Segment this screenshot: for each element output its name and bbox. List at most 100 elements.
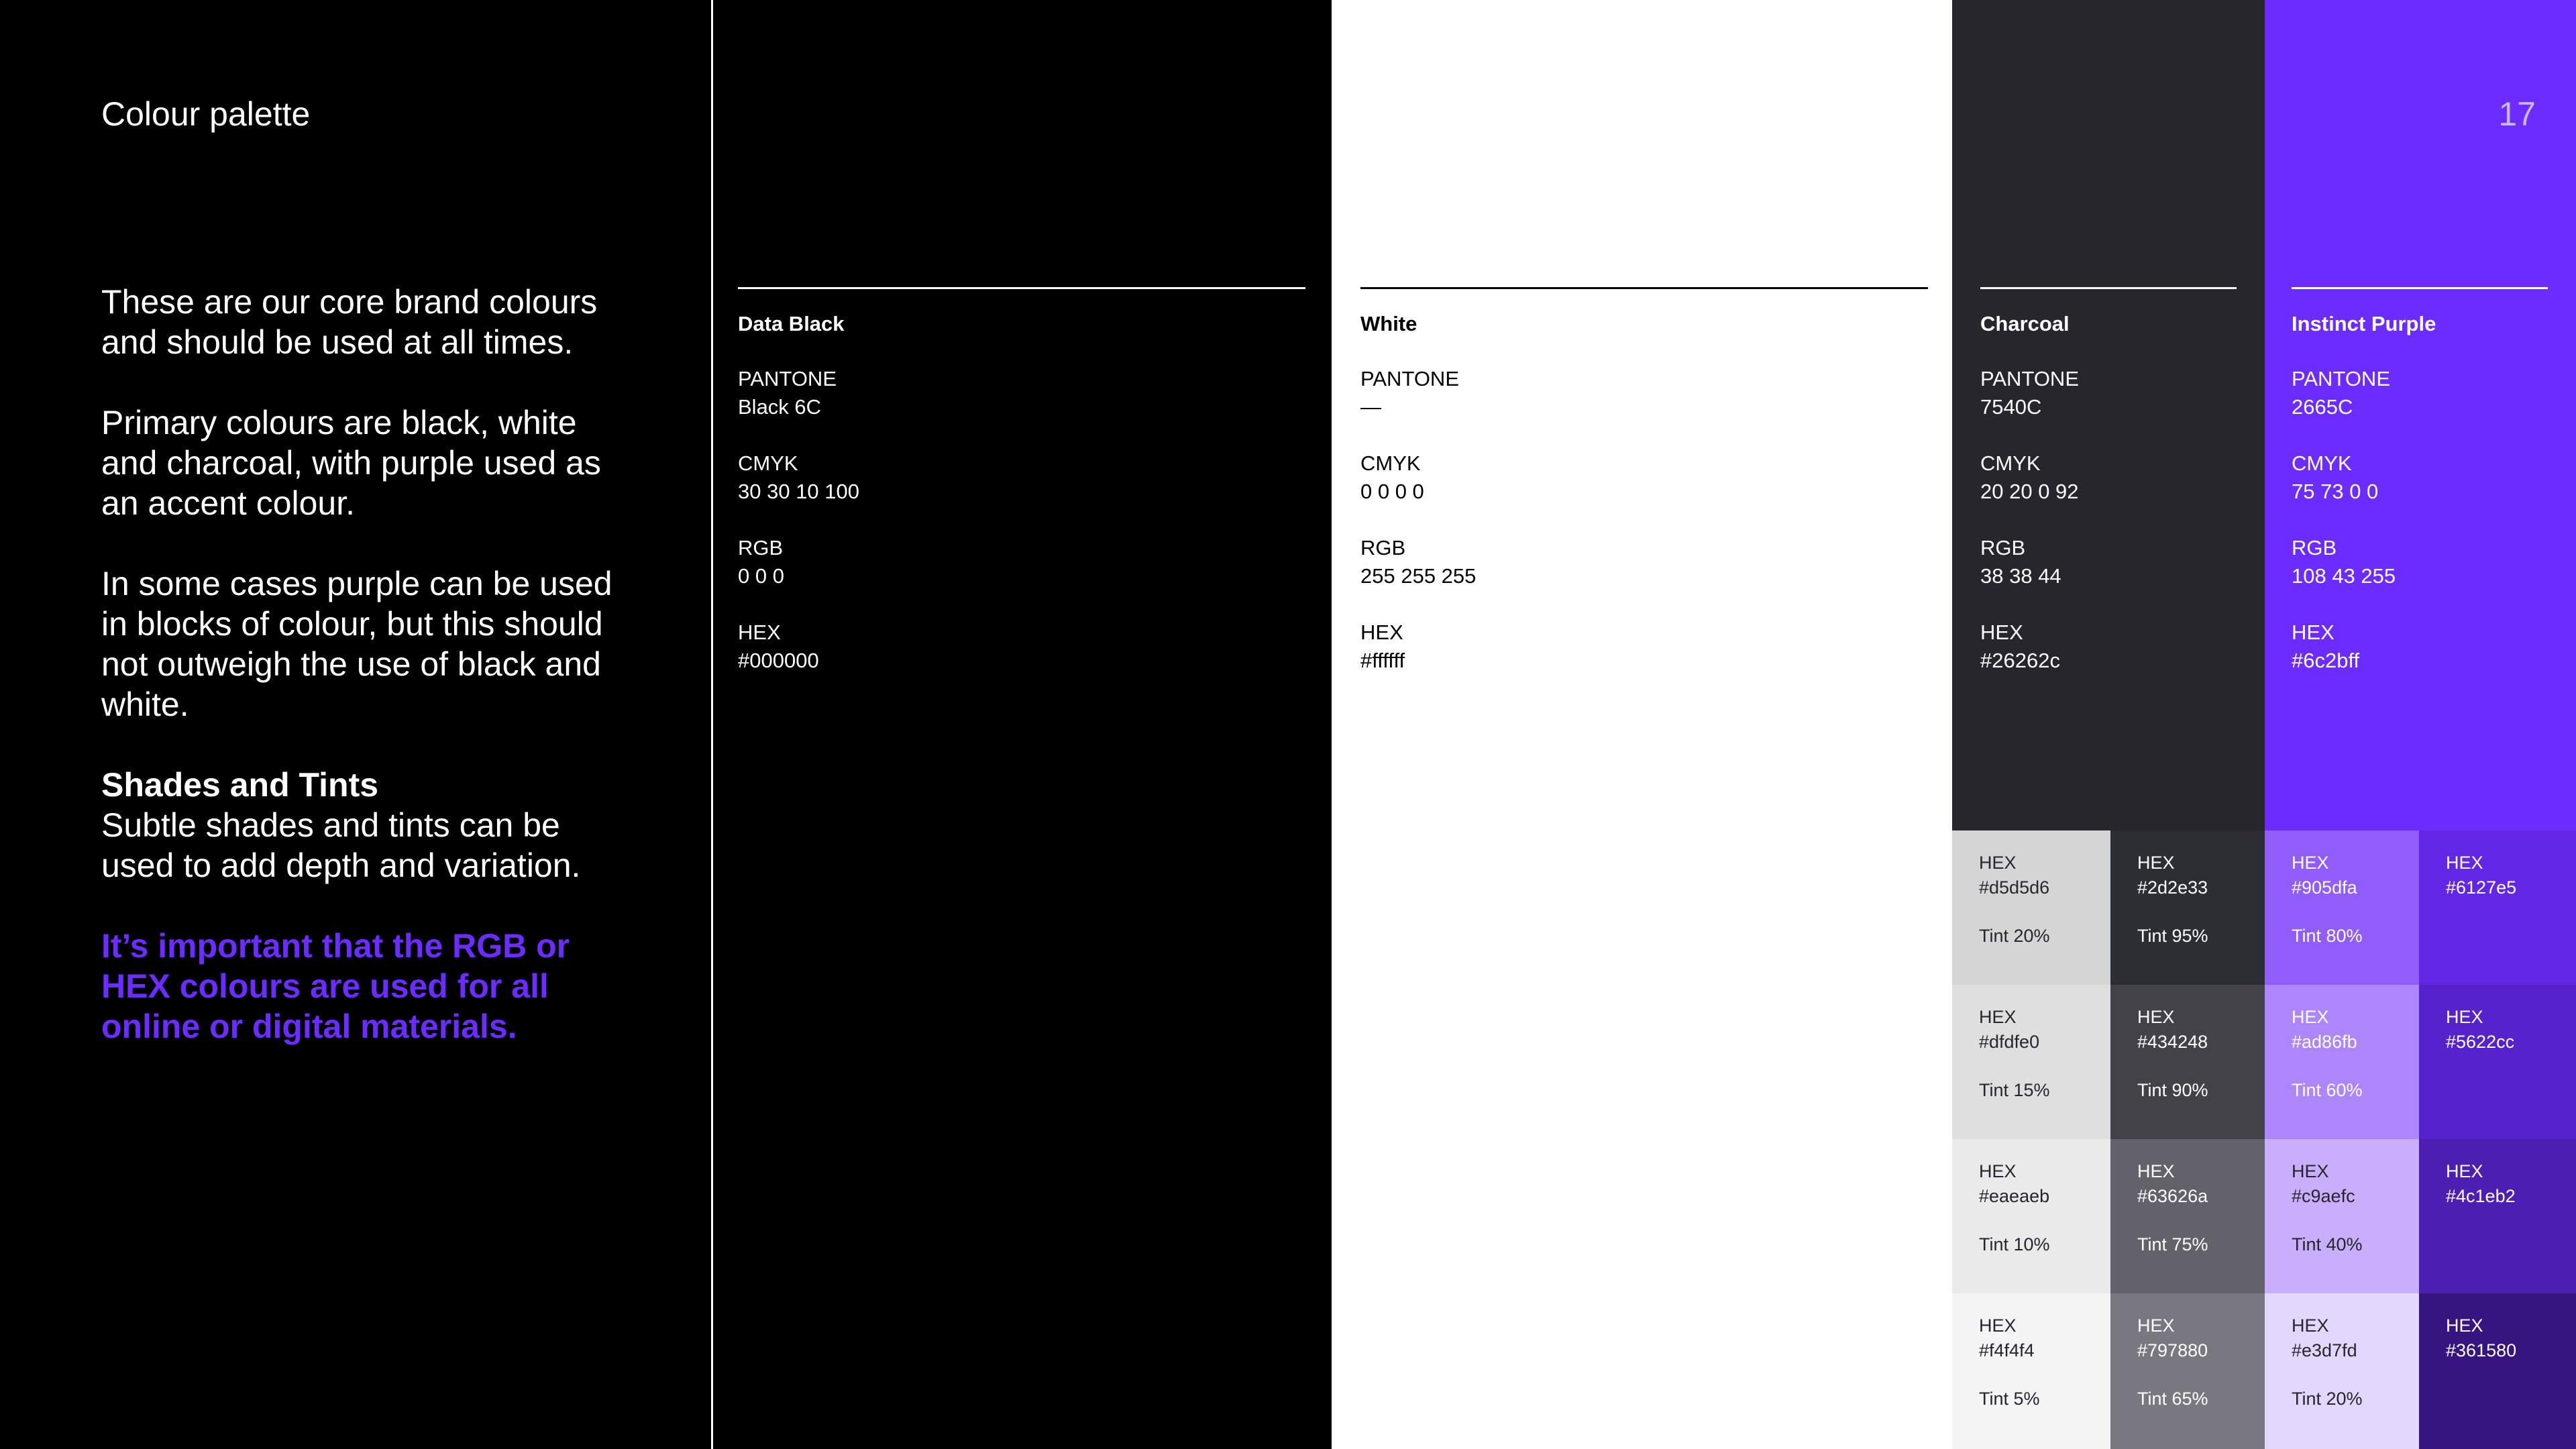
white-rgb-label: RGB (1360, 536, 1406, 559)
instinct-purple-pantone-value: 2665C (2292, 395, 2353, 419)
swatch-6127e5: HEX #6127e5 (2419, 830, 2576, 985)
swatch-hex-value: #dfdfe0 (1979, 1032, 2040, 1052)
swatch-361580: HEX #361580 (2419, 1293, 2576, 1449)
swatch-hex-value: #c9aefc (2292, 1186, 2355, 1206)
swatch-797880: HEX #797880 Tint 65% (2110, 1293, 2265, 1449)
swatch-434248: HEX #434248 Tint 90% (2110, 985, 2265, 1139)
charcoal-cmyk-value: 20 20 0 92 (1980, 480, 2079, 503)
swatch-tint: Tint 65% (2137, 1389, 2208, 1409)
swatch-4c1eb2: HEX #4c1eb2 (2419, 1139, 2576, 1293)
data-black-rule (738, 287, 1305, 289)
swatch-hex-label: HEX (1979, 853, 2017, 873)
instinct-purple-hex-value: #6c2bff (2292, 649, 2360, 672)
swatch-ad86fb: HEX #ad86fb Tint 60% (2265, 985, 2419, 1139)
instinct-purple-colour-specs: Instinct Purple PANTONE 2665C CMYK 75 73 0 0… (2292, 310, 2436, 703)
instinct-purple-rgb-value: 108 43 255 (2292, 564, 2396, 588)
swatch-tint: Tint 60% (2292, 1080, 2363, 1100)
white-pantone-value: — (1360, 395, 1381, 419)
swatch-63626a: HEX #63626a Tint 75% (2110, 1139, 2265, 1293)
intro-text: These are our core brand colours and sho… (101, 282, 625, 1087)
charcoal-colour-name: Charcoal (1980, 312, 2070, 335)
data-black-rgb-value: 0 0 0 (738, 564, 784, 588)
swatch-c9aefc: HEX #c9aefc Tint 40% (2265, 1139, 2419, 1293)
swatch-hex-value: #6127e5 (2446, 877, 2517, 898)
swatch-hex-value: #f4f4f4 (1979, 1340, 2035, 1360)
data-black-pantone-label: PANTONE (738, 367, 837, 390)
swatch-tint: Tint 75% (2137, 1234, 2208, 1254)
white-cmyk-value: 0 0 0 0 (1360, 480, 1424, 503)
swatch-hex-label: HEX (2137, 1007, 2175, 1027)
intro-paragraph-1: These are our core brand colours and sho… (101, 283, 598, 361)
swatch-hex-value: #eaeaeb (1979, 1186, 2050, 1206)
page-number: 17 (2498, 95, 2536, 133)
swatch-tint: Tint 15% (1979, 1080, 2050, 1100)
swatch-hex-value: #5622cc (2446, 1032, 2515, 1052)
white-colour-name: White (1360, 312, 1417, 335)
swatch-hex-value: #d5d5d6 (1979, 877, 2050, 898)
charcoal-hex-label: HEX (1980, 621, 2023, 644)
white-column (1332, 0, 1952, 1449)
swatch-tint: Tint 40% (2292, 1234, 2363, 1254)
charcoal-rgb-value: 38 38 44 (1980, 564, 2061, 588)
important-note: It’s important that the RGB or HEX colou… (101, 927, 570, 1045)
page-title: Colour palette (101, 95, 311, 133)
swatch-hex-label: HEX (2292, 1316, 2329, 1336)
shades-tints-heading: Shades and Tints (101, 766, 379, 804)
charcoal-colour-specs: Charcoal PANTONE 7540C CMYK 20 20 0 92 RGB 38 … (1980, 310, 2079, 703)
swatch-tint: Tint 5% (1979, 1389, 2040, 1409)
data-black-pantone-value: Black 6C (738, 395, 822, 419)
data-black-cmyk-value: 30 30 10 100 (738, 480, 860, 503)
instinct-purple-colour-name: Instinct Purple (2292, 312, 2436, 335)
swatch-hex-label: HEX (2446, 853, 2483, 873)
instinct-purple-cmyk-label: CMYK (2292, 451, 2352, 475)
white-hex-label: HEX (1360, 621, 1403, 644)
swatch-hex-value: #905dfa (2292, 877, 2357, 898)
intro-paragraph-3: In some cases purple can be used in bloc… (101, 565, 612, 723)
page: Colour palette 17 These are our core bra… (0, 0, 2576, 1449)
white-hex-value: #ffffff (1360, 649, 1405, 672)
swatch-dfdfe0: HEX #dfdfe0 Tint 15% (1952, 985, 2110, 1139)
intro-paragraph-2: Primary colours are black, white and cha… (101, 404, 601, 522)
charcoal-pantone-value: 7540C (1980, 395, 2042, 419)
charcoal-rule (1980, 287, 2237, 289)
swatch-tint: Tint 80% (2292, 926, 2363, 946)
swatch-hex-value: #ad86fb (2292, 1032, 2357, 1052)
data-black-hex-value: #000000 (738, 649, 819, 672)
swatch-hex-label: HEX (1979, 1316, 2017, 1336)
swatch-tint: Tint 20% (1979, 926, 2050, 946)
instinct-purple-rgb-label: RGB (2292, 536, 2337, 559)
instinct-purple-rule (2292, 287, 2548, 289)
white-rgb-value: 255 255 255 (1360, 564, 1477, 588)
swatch-hex-label: HEX (2137, 1316, 2175, 1336)
charcoal-pantone-label: PANTONE (1980, 367, 2079, 390)
swatch-hex-label: HEX (1979, 1007, 2017, 1027)
swatch-hex-label: HEX (2137, 1161, 2175, 1181)
instinct-purple-cmyk-value: 75 73 0 0 (2292, 480, 2379, 503)
swatch-hex-label: HEX (2292, 853, 2329, 873)
white-cmyk-label: CMYK (1360, 451, 1421, 475)
white-colour-specs: White PANTONE — CMYK 0 0 0 0 RGB 255 255 255 HE… (1360, 310, 1476, 703)
charcoal-rgb-label: RGB (1980, 536, 2026, 559)
swatch-hex-label: HEX (2446, 1161, 2483, 1181)
swatch-d5d5d6: HEX #d5d5d6 Tint 20% (1952, 830, 2110, 985)
swatch-hex-value: #4c1eb2 (2446, 1186, 2516, 1206)
swatch-hex-value: #797880 (2137, 1340, 2208, 1360)
data-black-rgb-label: RGB (738, 536, 784, 559)
shades-tints-text: Subtle shades and tints can be used to a… (101, 806, 581, 884)
swatch-tint: Tint 10% (1979, 1234, 2050, 1254)
charcoal-cmyk-label: CMYK (1980, 451, 2041, 475)
swatch-5622cc: HEX #5622cc (2419, 985, 2576, 1139)
swatch-2d2e33: HEX #2d2e33 Tint 95% (2110, 830, 2265, 985)
swatch-hex-label: HEX (2292, 1161, 2329, 1181)
instinct-purple-pantone-label: PANTONE (2292, 367, 2390, 390)
swatch-tint: Tint 95% (2137, 926, 2208, 946)
data-black-colour-specs: Data Black PANTONE Black 6C CMYK 30 30 10 10… (738, 310, 859, 703)
swatch-eaeaeb: HEX #eaeaeb Tint 10% (1952, 1139, 2110, 1293)
swatch-hex-label: HEX (2446, 1007, 2483, 1027)
swatch-e3d7fd: HEX #e3d7fd Tint 20% (2265, 1293, 2419, 1449)
swatch-hex-value: #63626a (2137, 1186, 2208, 1206)
white-rule (1360, 287, 1928, 289)
swatch-hex-label: HEX (2446, 1316, 2483, 1336)
swatch-hex-value: #361580 (2446, 1340, 2517, 1360)
swatch-hex-value: #434248 (2137, 1032, 2208, 1052)
